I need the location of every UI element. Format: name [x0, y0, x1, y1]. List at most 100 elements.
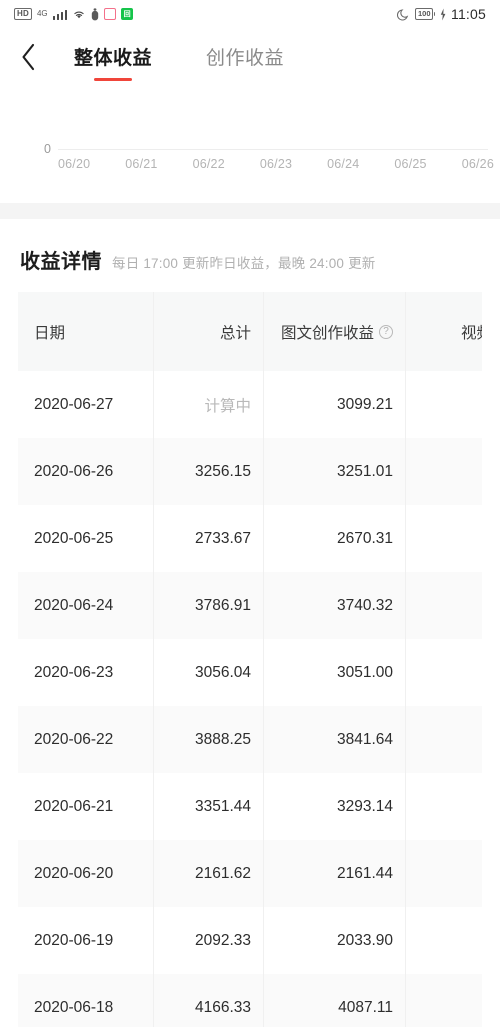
cell-image-income-value: 3293.14 — [336, 797, 393, 815]
x-axis-tick: 06/20 — [58, 157, 91, 171]
x-axis-tick: 06/25 — [394, 157, 427, 171]
income-table-scroll[interactable]: 日期 总计 图文创作收益 ? 视频创作收益 2020-06-27 计算中 3099.… — [18, 292, 482, 1027]
table-header-row: 日期 总计 图文创作收益 ? 视频创作收益 — [18, 292, 482, 371]
cell-date: 2020-06-21 — [18, 773, 154, 840]
cell-date-value: 2020-06-18 — [34, 998, 114, 1016]
column-header-date[interactable]: 日期 — [18, 292, 154, 371]
back-button[interactable] — [0, 28, 56, 85]
income-detail-section: 收益详情 每日 17:00 更新昨日收益，最晚 24:00 更新 日期 总计 图… — [0, 219, 500, 1027]
cell-image-income: 3841.64 — [264, 706, 406, 773]
cell-video-income: 1.0 — [406, 974, 482, 1027]
cell-total-value: 3786.91 — [194, 596, 251, 614]
cell-image-income-value: 3099.21 — [336, 395, 393, 413]
column-header-image-income[interactable]: 图文创作收益 ? — [264, 292, 406, 371]
tab-bar: 整体收益 创作收益 — [74, 28, 284, 85]
phone-screen: HD 4G 回 100 11:05 整体收益 创作收益 0 06/20 06/2… — [0, 0, 500, 1027]
section-divider — [0, 203, 500, 219]
navigation-bar: 整体收益 创作收益 — [0, 28, 500, 85]
battery-icon: 100 — [415, 8, 435, 20]
table-row[interactable]: 2020-06-19 2092.33 2033.90 0.2 — [18, 907, 482, 974]
table-row[interactable]: 2020-06-26 3256.15 3251.01 0.1 — [18, 438, 482, 505]
x-axis-tick: 06/23 — [259, 157, 293, 171]
cell-video-income — [406, 572, 482, 639]
table-row[interactable]: 2020-06-25 2733.67 2670.31 0.1 — [18, 505, 482, 572]
table-row[interactable]: 2020-06-23 3056.04 3051.00 0.0 — [18, 639, 482, 706]
app-green-icon: 回 — [121, 8, 134, 20]
column-header-video-income-label: 视频创作收益 — [460, 324, 482, 342]
table-body: 2020-06-27 计算中 3099.21 0.1 2020-06-26 3256.15… — [18, 371, 482, 1027]
cell-date-value: 2020-06-19 — [34, 931, 114, 949]
status-bar: HD 4G 回 100 11:05 — [0, 0, 500, 28]
cell-image-income-value: 4087.11 — [338, 998, 393, 1016]
cell-video-income: 0.0 — [406, 706, 482, 773]
cell-total-value: 3351.44 — [194, 797, 251, 815]
cell-total-value: 3256.15 — [194, 462, 251, 480]
sim-card-icon — [91, 7, 99, 20]
table-row[interactable]: 2020-06-21 3351.44 3293.14 0.0 — [18, 773, 482, 840]
cell-image-income: 3293.14 — [264, 773, 406, 840]
cell-image-income-value: 2161.44 — [336, 864, 393, 882]
question-circle-icon[interactable]: ? — [379, 324, 393, 339]
tab-creation-income-label: 创作收益 — [206, 48, 285, 69]
cell-image-income: 2161.44 — [264, 840, 406, 907]
cell-total-value: 2092.33 — [194, 931, 251, 949]
cell-date: 2020-06-23 — [18, 639, 154, 706]
cell-total: 3056.04 — [154, 639, 264, 706]
cell-image-income-value: 2033.90 — [336, 931, 393, 949]
x-axis-tick: 06/22 — [192, 157, 225, 171]
cell-video-income: 0.1 — [406, 371, 482, 438]
table-row[interactable]: 2020-06-24 3786.91 3740.32 — [18, 572, 482, 639]
cell-image-income: 3051.00 — [264, 639, 406, 706]
cell-image-income-value: 2670.31 — [336, 529, 393, 547]
cell-video-income: 0.1 — [406, 505, 482, 572]
cell-image-income: 3251.01 — [264, 438, 406, 505]
table-row[interactable]: 2020-06-27 计算中 3099.21 0.1 — [18, 371, 482, 438]
cell-image-income: 2033.90 — [264, 907, 406, 974]
cell-total: 2092.33 — [154, 907, 264, 974]
cell-date: 2020-06-27 — [18, 371, 154, 438]
cell-total-value: 2733.67 — [194, 529, 251, 547]
cell-date: 2020-06-22 — [18, 706, 154, 773]
page-title: 收益详情 — [20, 251, 102, 273]
wifi-icon — [74, 11, 84, 19]
cell-image-income: 4087.11 — [264, 974, 406, 1027]
cell-total-value: 3056.04 — [194, 663, 251, 681]
column-header-video-income[interactable]: 视频创作收益 — [406, 292, 482, 371]
app-pink-icon — [104, 8, 117, 20]
x-axis-tick: 06/24 — [327, 157, 360, 171]
signal-bars-icon — [52, 9, 68, 20]
tab-overall-income[interactable]: 整体收益 — [74, 28, 152, 85]
clock-label: 11:05 — [451, 6, 486, 22]
cell-video-income: 0.0 — [406, 639, 482, 706]
battery-level-label: 100 — [415, 8, 433, 20]
x-axis-tick-labels: 06/20 06/21 06/22 06/23 06/24 06/25 06/2… — [58, 157, 494, 171]
cell-total: 计算中 — [154, 371, 264, 438]
cell-date-value: 2020-06-20 — [34, 864, 114, 882]
cell-date: 2020-06-19 — [18, 907, 154, 974]
cell-image-income-value: 3051.00 — [336, 663, 393, 681]
update-note: 每日 17:00 更新昨日收益，最晚 24:00 更新 — [112, 256, 376, 271]
cell-total: 3786.91 — [154, 572, 264, 639]
cell-date: 2020-06-26 — [18, 438, 154, 505]
cell-total-value: 3888.25 — [194, 730, 251, 748]
cell-total-value: 计算中 — [204, 397, 251, 415]
tab-creation-income[interactable]: 创作收益 — [206, 28, 284, 85]
table-row[interactable]: 2020-06-18 4166.33 4087.11 1.0 — [18, 974, 482, 1027]
x-axis-tick: 06/21 — [125, 157, 158, 171]
table-row[interactable]: 2020-06-20 2161.62 2161.44 0.1 — [18, 840, 482, 907]
cell-total-value: 4166.33 — [194, 998, 251, 1016]
moon-icon — [397, 8, 409, 20]
income-detail-header: 收益详情 每日 17:00 更新昨日收益，最晚 24:00 更新 — [0, 219, 500, 292]
cell-date: 2020-06-20 — [18, 840, 154, 907]
cell-date-value: 2020-06-24 — [34, 596, 114, 614]
table-row[interactable]: 2020-06-22 3888.25 3841.64 0.0 — [18, 706, 482, 773]
cell-video-income: 0.1 — [406, 840, 482, 907]
cell-date-value: 2020-06-22 — [34, 730, 114, 748]
cell-date: 2020-06-25 — [18, 505, 154, 572]
cell-video-income: 0.0 — [406, 773, 482, 840]
cell-total: 4166.33 — [154, 974, 264, 1027]
cell-video-income: 0.2 — [406, 907, 482, 974]
y-axis-tick-zero: 0 — [44, 142, 51, 156]
income-chart-card: 0 06/20 06/21 06/22 06/23 06/24 06/25 06… — [0, 85, 500, 203]
column-header-total[interactable]: 总计 — [154, 292, 264, 371]
